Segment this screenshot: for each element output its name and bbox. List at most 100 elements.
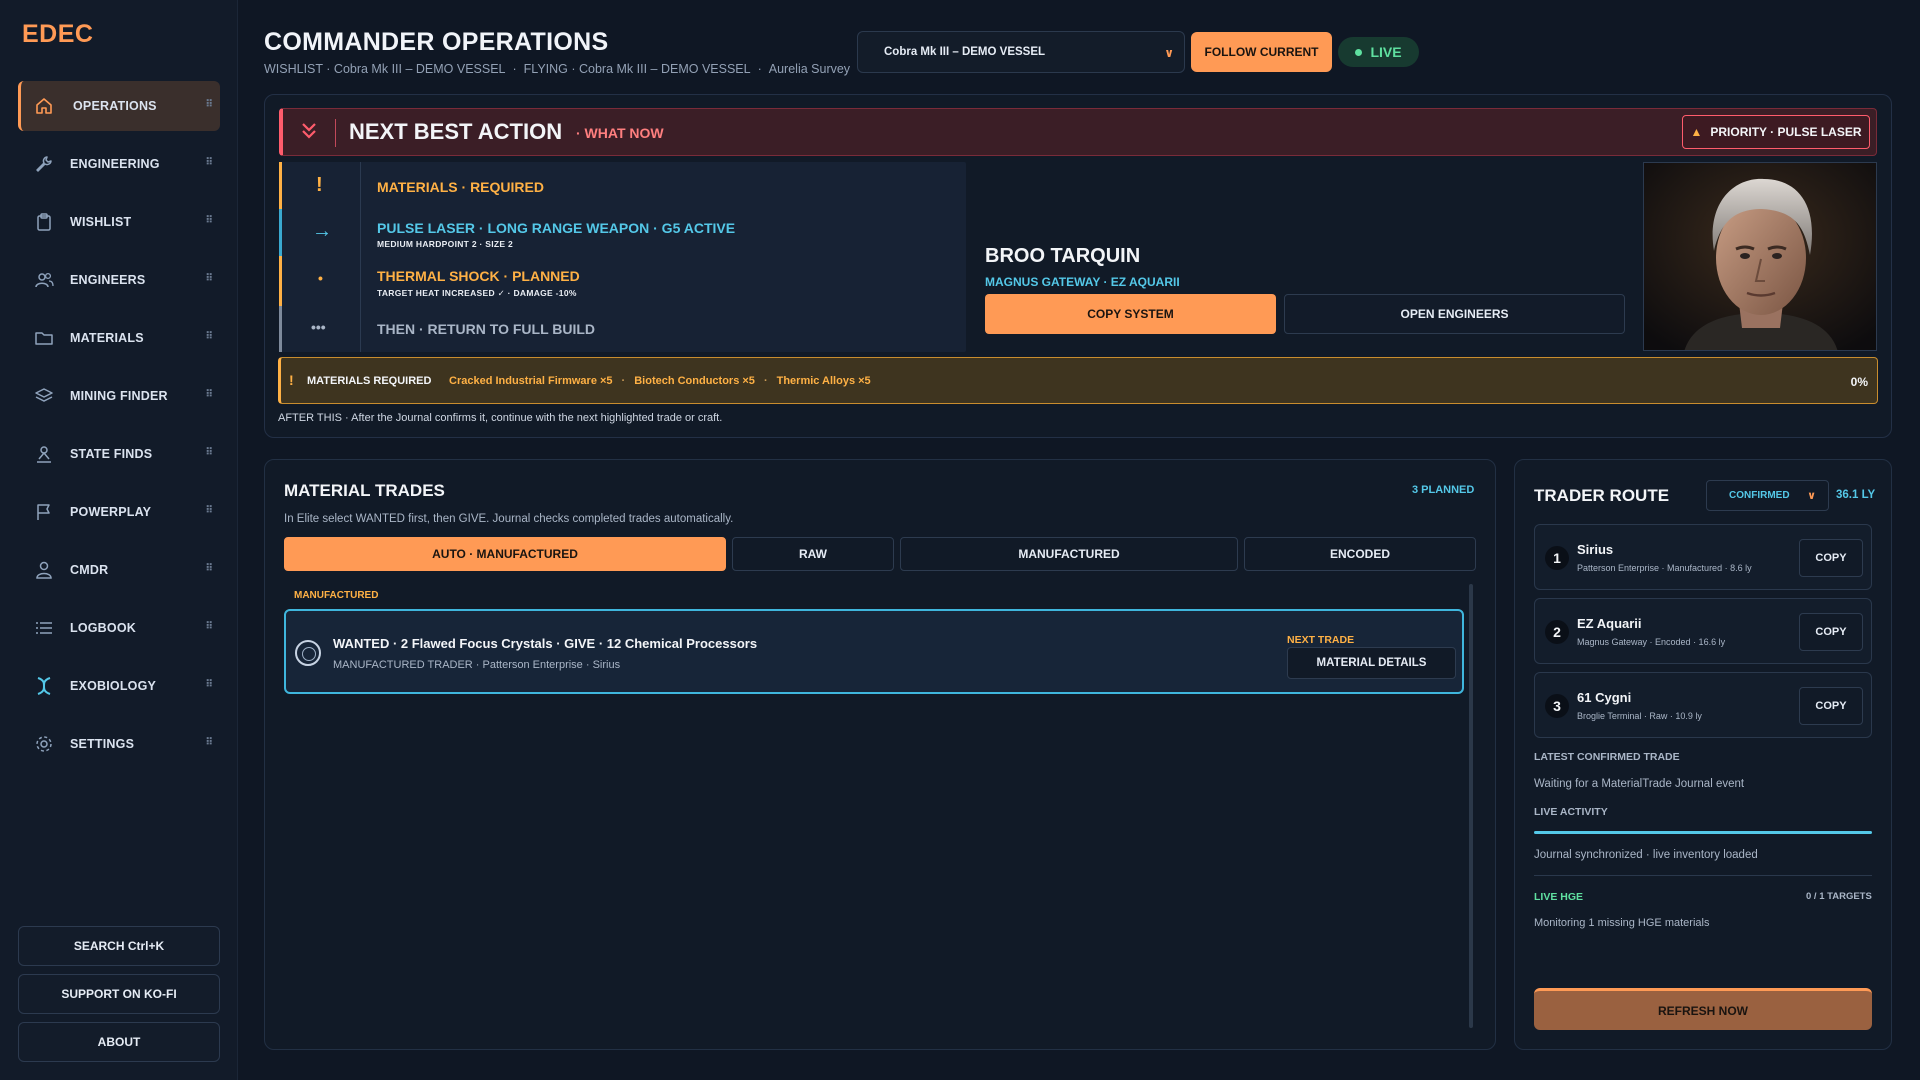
copy-stop-button[interactable]: COPY — [1799, 687, 1863, 725]
next-best-action-subtitle: · WHAT NOW — [576, 125, 664, 141]
search-button[interactable]: SEARCH Ctrl+K — [18, 926, 220, 966]
drag-handle-icon[interactable]: ⠿ — [205, 331, 213, 342]
step-materials[interactable]: ! MATERIALS · REQUIRED — [279, 162, 966, 209]
sidebar-item-engineers[interactable]: ENGINEERS ⠿ — [18, 255, 220, 305]
sidebar-item-label: ENGINEERING — [70, 157, 160, 171]
about-button[interactable]: ABOUT — [18, 1022, 220, 1062]
drag-handle-icon[interactable]: ⠿ — [205, 679, 213, 690]
tab-raw[interactable]: RAW — [732, 537, 894, 571]
route-distance: 36.1 LY — [1836, 489, 1876, 501]
drag-handle-icon[interactable]: ⠿ — [205, 389, 213, 400]
refresh-now-button[interactable]: REFRESH NOW — [1534, 988, 1872, 1030]
follow-current-button[interactable]: FOLLOW CURRENT — [1191, 32, 1332, 72]
support-kofi-button[interactable]: SUPPORT ON KO-FI — [18, 974, 220, 1014]
route-stop[interactable]: 3 61 Cygni Broglie Terminal · Raw · 10.9… — [1534, 672, 1872, 738]
sidebar-item-label: SETTINGS — [70, 737, 135, 751]
activity-progress-bar — [1534, 831, 1872, 834]
drag-handle-icon[interactable]: ⠿ — [205, 447, 213, 458]
user-icon — [36, 561, 52, 579]
folder-icon — [35, 332, 53, 345]
sidebar-item-logbook[interactable]: LOGBOOK ⠿ — [18, 603, 220, 653]
trader-route-title: TRADER ROUTE — [1534, 486, 1670, 505]
engineer-portrait — [1643, 162, 1877, 351]
tab-auto-manufactured[interactable]: AUTO · MANUFACTURED — [284, 537, 726, 571]
drag-handle-icon[interactable]: ⠿ — [205, 157, 213, 168]
step-divider — [360, 306, 361, 352]
sidebar-item-mining-finder[interactable]: MINING FINDER ⠿ — [18, 371, 220, 421]
step-main: THEN · RETURN TO FULL BUILD — [377, 321, 596, 337]
step-main: THERMAL SHOCK · PLANNED — [377, 268, 580, 284]
material-trades-title: MATERIAL TRADES — [284, 481, 445, 500]
copy-stop-button[interactable]: COPY — [1799, 539, 1863, 577]
trade-radio[interactable] — [295, 640, 321, 666]
sidebar-item-powerplay[interactable]: POWERPLAY ⠿ — [18, 487, 220, 537]
home-icon — [36, 98, 52, 114]
ellipsis-icon: ••• — [311, 319, 326, 335]
live-dot-icon — [1355, 48, 1363, 56]
live-status-badge: LIVE — [1338, 37, 1419, 67]
step-return[interactable]: ••• THEN · RETURN TO FULL BUILD — [279, 306, 966, 352]
drag-handle-icon[interactable]: ⠿ — [205, 215, 213, 226]
step-main: PULSE LASER · LONG RANGE WEAPON · G5 ACT… — [377, 220, 736, 236]
drag-handle-icon[interactable]: ⠿ — [205, 273, 213, 284]
sidebar-item-settings[interactable]: SETTINGS ⠿ — [18, 719, 220, 769]
sidebar-item-exobiology[interactable]: EXOBIOLOGY ⠿ — [18, 661, 220, 711]
stop-name: 61 Cygni — [1577, 690, 1632, 705]
copy-system-button[interactable]: COPY SYSTEM — [985, 294, 1276, 334]
portrait-image — [1644, 163, 1876, 350]
sidebar-item-wishlist[interactable]: WISHLIST ⠿ — [18, 197, 220, 247]
next-best-action-header: NEXT BEST ACTION · WHAT NOW ▲ PRIORITY ·… — [279, 108, 1877, 156]
stop-name: Sirius — [1577, 542, 1614, 557]
trades-scrollbar[interactable] — [1469, 584, 1473, 1028]
sidebar-item-engineering[interactable]: ENGINEERING ⠿ — [18, 139, 220, 189]
drag-handle-icon[interactable]: ⠿ — [205, 505, 213, 516]
vessel-select[interactable]: Cobra Mk III – DEMO VESSEL ∨ — [857, 31, 1185, 73]
tab-manufactured[interactable]: MANUFACTURED — [900, 537, 1238, 571]
sidebar: EDEC OPERATIONS ⠿ ENGINEERING ⠿ WISHLIST… — [0, 0, 238, 1080]
gear-icon — [36, 736, 52, 752]
materials-required-label: MATERIALS REQUIRED — [307, 375, 432, 387]
sidebar-item-label: LOGBOOK — [70, 621, 136, 635]
divider — [335, 119, 336, 147]
materials-list: Cracked Industrial Firmware ×5 · Biotech C… — [449, 375, 871, 387]
bullet-icon: • — [318, 270, 323, 286]
route-stop[interactable]: 1 Sirius Patterson Enterprise · Manufact… — [1534, 524, 1872, 590]
step-pulse-laser[interactable]: → PULSE LASER · LONG RANGE WEAPON · G5 A… — [279, 209, 966, 256]
hge-target-count: 0 / 1 TARGETS — [1806, 891, 1872, 902]
step-divider — [360, 256, 361, 306]
users-icon — [35, 272, 54, 288]
engineer-name: BROO TARQUIN — [985, 245, 1141, 267]
tab-encoded[interactable]: ENCODED — [1244, 537, 1476, 571]
drag-handle-icon[interactable]: ⠿ — [205, 737, 213, 748]
action-steps: ! MATERIALS · REQUIRED → PULSE LASER · L… — [279, 162, 966, 352]
sidebar-item-operations[interactable]: OPERATIONS ⠿ — [18, 81, 220, 131]
drag-handle-icon[interactable]: ⠿ — [205, 563, 213, 574]
app-brand: EDEC — [22, 20, 94, 48]
sidebar-item-cmdr[interactable]: CMDR ⠿ — [18, 545, 220, 595]
copy-stop-button[interactable]: COPY — [1799, 613, 1863, 651]
sidebar-item-materials[interactable]: MATERIALS ⠿ — [18, 313, 220, 363]
drag-handle-icon[interactable]: ⠿ — [205, 621, 213, 632]
double-chevron-down-icon[interactable] — [301, 122, 317, 140]
layers-icon — [35, 388, 53, 402]
latest-trade-text: Waiting for a MaterialTrade Journal even… — [1534, 778, 1745, 790]
material-trades-description: In Elite select WANTED first, then GIVE.… — [284, 513, 734, 525]
route-stop[interactable]: 2 EZ Aquarii Magnus Gateway · Encoded · … — [1534, 598, 1872, 664]
material-details-button[interactable]: MATERIAL DETAILS — [1287, 647, 1456, 679]
open-engineers-button[interactable]: OPEN ENGINEERS — [1284, 294, 1625, 334]
route-status-select[interactable]: CONFIRMED ∨ — [1706, 480, 1829, 511]
priority-button[interactable]: ▲ PRIORITY · PULSE LASER — [1682, 115, 1870, 149]
live-activity-text: Journal synchronized · live inventory lo… — [1534, 849, 1758, 861]
drag-handle-icon[interactable]: ⠿ — [205, 99, 213, 110]
step-divider — [360, 162, 361, 209]
survey-info: Aurelia Survey — [768, 62, 851, 76]
step-divider — [360, 209, 361, 256]
step-thermal-shock[interactable]: • THERMAL SHOCK · PLANNED TARGET HEAT IN… — [279, 256, 966, 306]
sidebar-item-state-finds[interactable]: STATE FINDS ⠿ — [18, 429, 220, 479]
warning-icon: ▲ — [1690, 125, 1703, 139]
trade-group-label: MANUFACTURED — [294, 590, 379, 601]
priority-label: PRIORITY · PULSE LASER — [1710, 125, 1862, 139]
material-item: Thermic Alloys ×5 — [776, 375, 871, 387]
sidebar-item-label: MATERIALS — [70, 331, 144, 345]
trade-row[interactable]: WANTED · 2 Flawed Focus Crystals · GIVE … — [284, 609, 1464, 694]
